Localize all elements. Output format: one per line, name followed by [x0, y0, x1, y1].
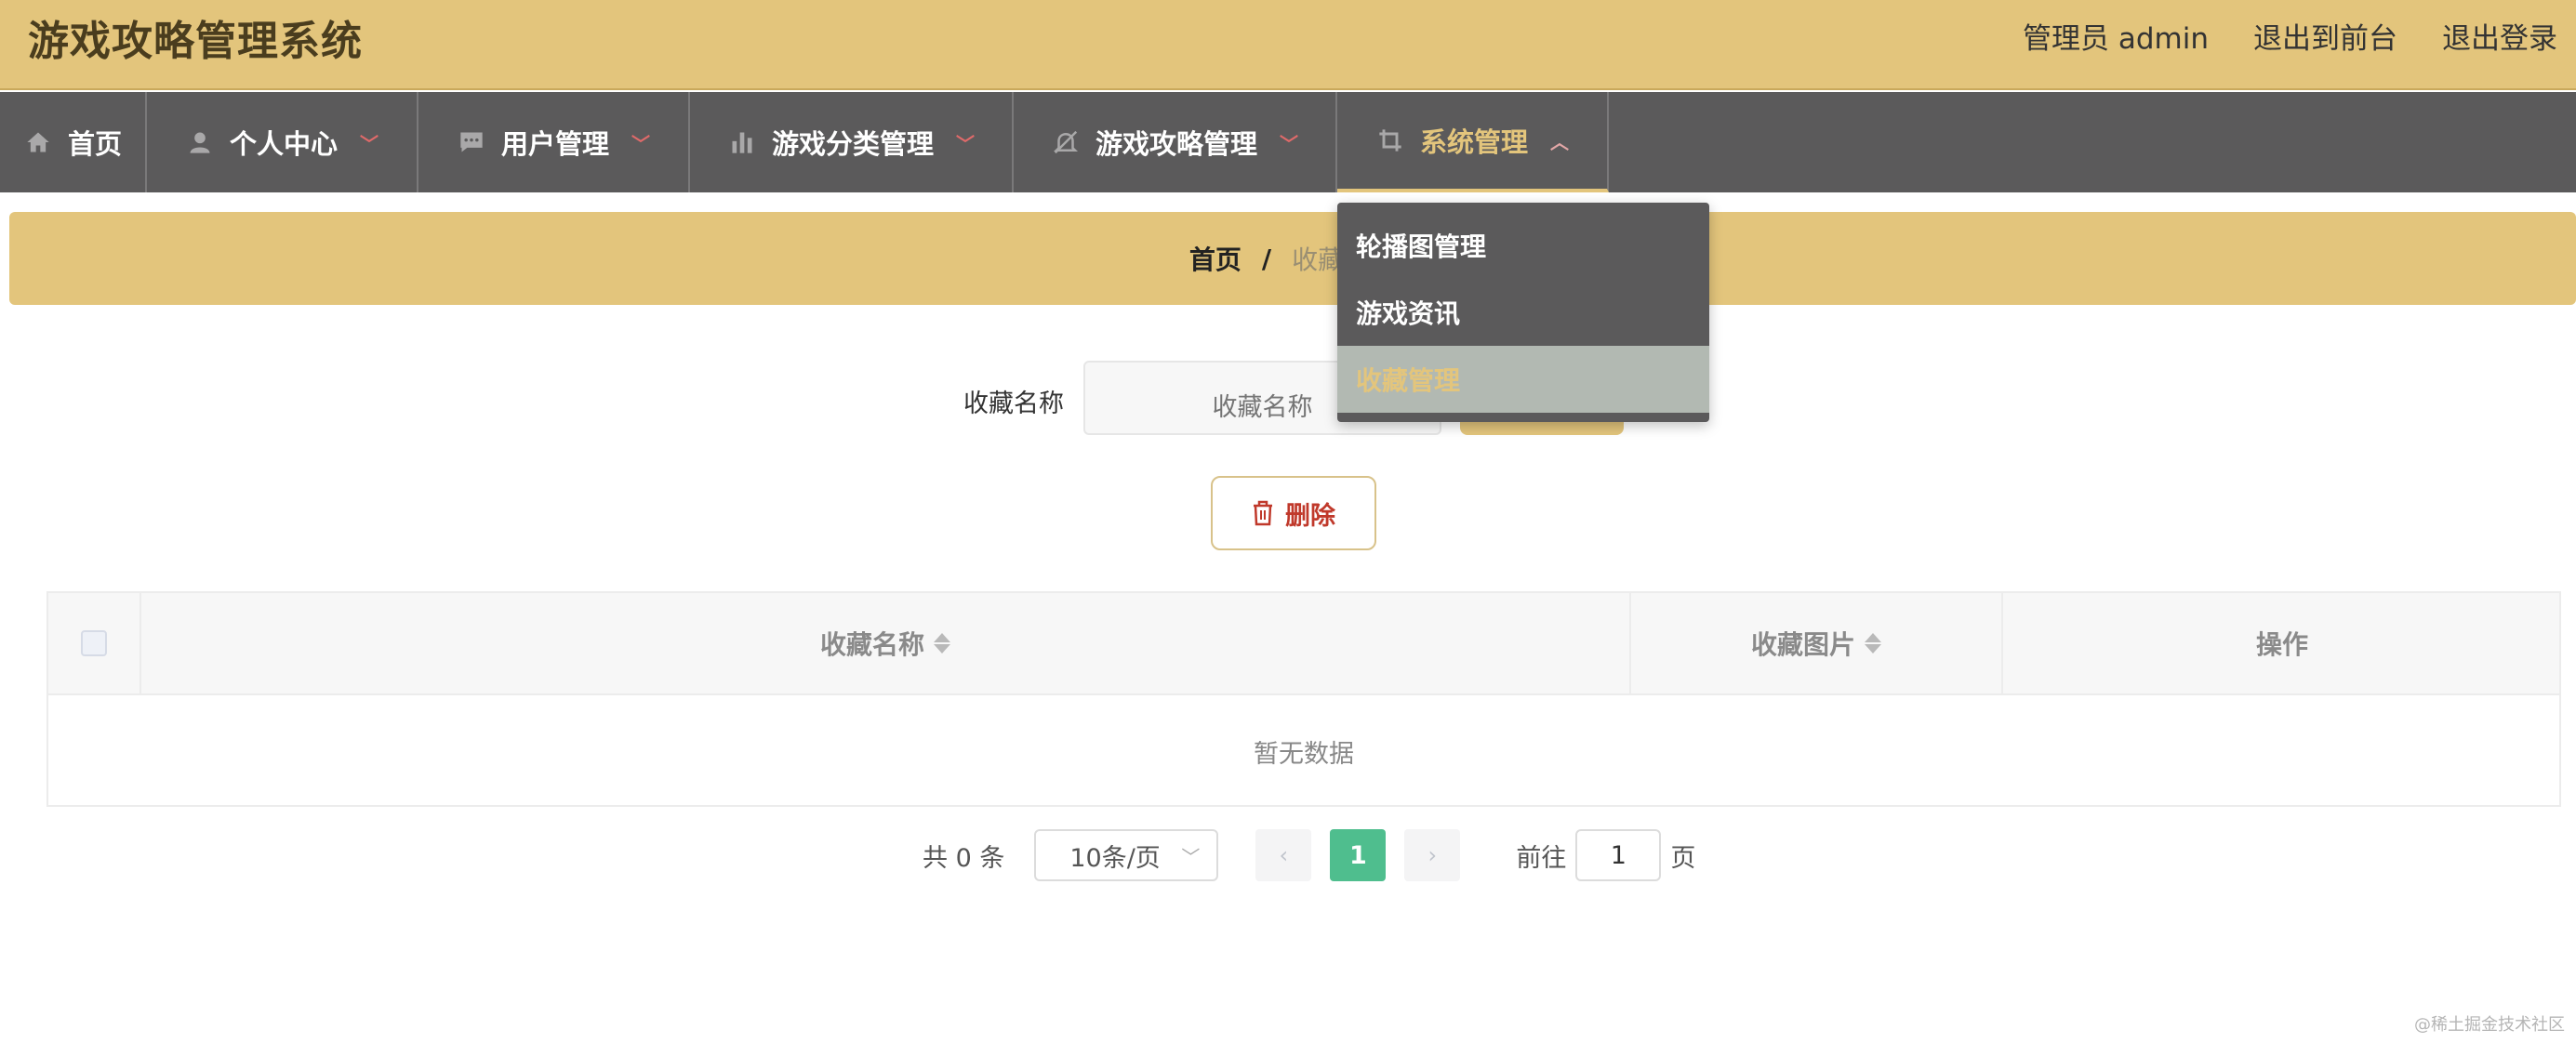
home-icon	[23, 127, 53, 157]
chevron-down-icon: ﹀	[956, 132, 975, 155]
nav-item-game-categories[interactable]: 游戏分类管理 ﹀	[690, 92, 1014, 192]
admin-label: 管理员 admin	[2023, 22, 2209, 56]
page-number-button[interactable]: 1	[1330, 829, 1387, 881]
column-header-image[interactable]: 收藏图片	[1631, 593, 2003, 693]
chevron-left-icon: ‹	[1279, 842, 1289, 868]
bell-off-icon	[1051, 127, 1081, 157]
logout-link[interactable]: 退出登录	[2442, 15, 2557, 57]
column-header-actions: 操作	[2003, 593, 2561, 693]
header-actions: 管理员 admin 退出到前台 退出登录	[2023, 15, 2557, 57]
breadcrumb-home[interactable]: 首页	[1189, 240, 1242, 277]
user-icon	[185, 127, 215, 157]
exit-to-front-link[interactable]: 退出到前台	[2253, 15, 2397, 57]
column-label: 操作	[2255, 629, 2308, 660]
next-page-button[interactable]: ›	[1404, 829, 1461, 881]
app-header: 游戏攻略管理系统 管理员 admin 退出到前台 退出登录	[0, 0, 2576, 90]
trash-icon	[1252, 500, 1274, 526]
chevron-up-icon: ︿	[1550, 130, 1569, 153]
page-size-value: 10条/页	[1069, 843, 1161, 873]
delete-button[interactable]: 删除	[1211, 476, 1376, 550]
chevron-down-icon: ﹀	[360, 132, 378, 155]
chevron-down-icon: ﹀	[1280, 132, 1298, 155]
nav-item-home[interactable]: 首页	[0, 92, 147, 192]
header-checkbox-cell	[48, 593, 141, 693]
watermark: @稀土掘金技术社区	[2414, 1015, 2565, 1035]
pagination: 共 0 条 10条/页 ﹀ ‹ 1 › 前往 1 页	[923, 829, 1695, 881]
total-count: 共 0 条	[923, 843, 1005, 873]
main-nav: 首页 个人中心 ﹀ 用户管理 ﹀ 游戏分类管理 ﹀ 游戏攻略管理 ﹀ 系统管理 …	[0, 92, 2576, 192]
sort-icon[interactable]	[934, 633, 950, 654]
empty-state: 暂无数据	[1254, 739, 1354, 769]
search-label: 收藏名称	[963, 389, 1064, 418]
crop-icon	[1375, 125, 1405, 155]
chat-icon	[457, 127, 486, 157]
nav-label: 用户管理	[500, 128, 609, 160]
chevron-right-icon: ›	[1427, 842, 1438, 868]
page-size-select[interactable]: 10条/页 ﹀	[1034, 829, 1219, 881]
column-label: 收藏图片	[1750, 629, 1855, 660]
goto-page-input[interactable]: 1	[1575, 829, 1662, 881]
nav-item-users[interactable]: 用户管理 ﹀	[418, 92, 690, 192]
nav-label: 游戏分类管理	[771, 128, 934, 160]
breadcrumb: 首页 / 收藏管理	[9, 212, 2576, 305]
page-suffix: 页	[1670, 843, 1696, 873]
goto-label: 前往	[1516, 843, 1567, 873]
menu-item-game-news[interactable]: 游戏资讯	[1337, 279, 1709, 346]
menu-item-favorites[interactable]: 收藏管理	[1337, 346, 1709, 413]
app-title: 游戏攻略管理系统	[28, 18, 363, 65]
nav-item-game-guides[interactable]: 游戏攻略管理 ﹀	[1014, 92, 1337, 192]
bar-chart-icon	[727, 127, 757, 157]
column-label: 收藏名称	[819, 629, 924, 660]
column-header-name[interactable]: 收藏名称	[141, 593, 1631, 693]
nav-label: 游戏攻略管理	[1095, 128, 1257, 160]
table-header: 收藏名称 收藏图片 操作	[48, 593, 2559, 695]
breadcrumb-separator: /	[1261, 243, 1272, 274]
select-all-checkbox[interactable]	[81, 630, 107, 656]
menu-item-carousel[interactable]: 轮播图管理	[1337, 212, 1709, 279]
prev-page-button[interactable]: ‹	[1255, 829, 1312, 881]
nav-label: 首页	[67, 128, 122, 160]
nav-item-system[interactable]: 系统管理 ︿	[1337, 92, 1609, 192]
delete-label: 删除	[1285, 501, 1335, 531]
system-dropdown-menu: 轮播图管理 游戏资讯 收藏管理	[1337, 203, 1709, 422]
data-table: 收藏名称 收藏图片 操作 暂无数据	[46, 591, 2561, 807]
nav-item-profile[interactable]: 个人中心 ﹀	[147, 92, 418, 192]
chevron-down-icon: ﹀	[1181, 845, 1201, 868]
sort-icon[interactable]	[1865, 633, 1881, 654]
chevron-down-icon: ﹀	[631, 132, 650, 155]
nav-label: 系统管理	[1419, 126, 1528, 158]
nav-label: 个人中心	[229, 128, 338, 160]
